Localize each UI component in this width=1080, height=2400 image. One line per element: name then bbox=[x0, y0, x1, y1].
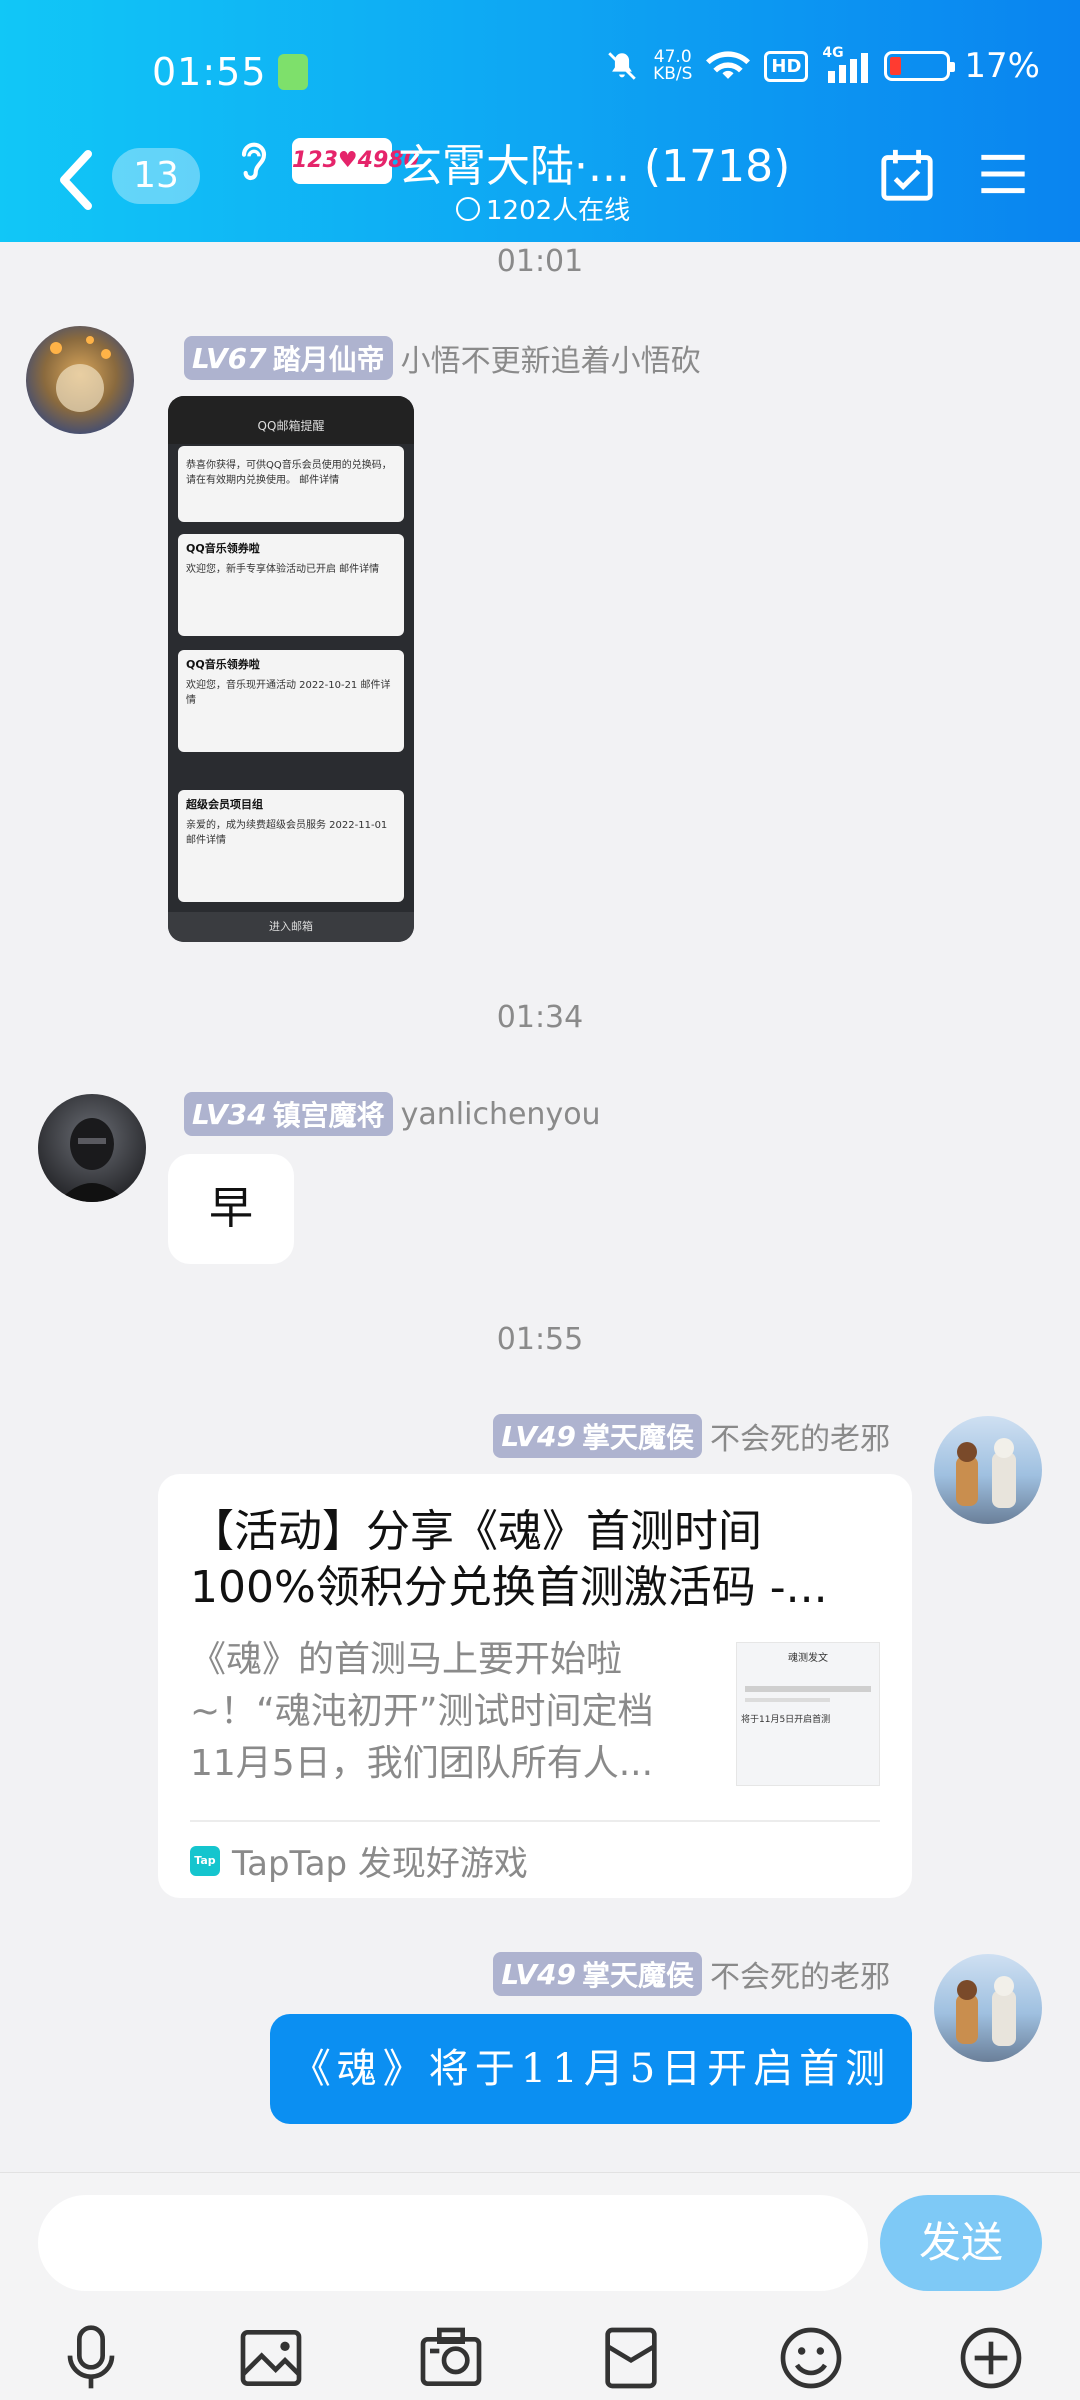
image-message[interactable]: QQ邮箱提醒 恭喜你获得，可供QQ音乐会员使用的兑换码，请在有效期内兑换使用。 … bbox=[168, 396, 414, 942]
cell-signal-icon: 4G bbox=[822, 45, 870, 83]
status-bar: 01:55 47.0 KB/S HD 4G 17% bbox=[0, 40, 1080, 100]
text-message[interactable]: 早 bbox=[168, 1154, 294, 1264]
emoji-icon[interactable] bbox=[776, 2323, 846, 2393]
avatar-image bbox=[956, 1976, 1016, 2046]
battery-icon bbox=[884, 51, 956, 81]
level-badge: LV49 掌天魔侯 bbox=[493, 1952, 702, 1996]
link-card-source-text: TapTap 发现好游戏 bbox=[232, 1844, 528, 1884]
unread-count-badge[interactable]: 13 bbox=[112, 148, 200, 204]
group-title[interactable]: 玄霄大陆·... (1718) bbox=[398, 130, 790, 194]
calendar-check-icon[interactable] bbox=[878, 146, 936, 204]
sender-name[interactable]: 不会死的老邪 bbox=[710, 1952, 890, 1996]
avatar[interactable] bbox=[934, 1954, 1042, 2062]
timestamp: 01:01 bbox=[496, 244, 584, 279]
online-count: 1202人在线 bbox=[456, 190, 630, 227]
level-value: LV49 bbox=[501, 1957, 576, 1991]
input-area: 发送 bbox=[0, 2172, 1080, 2400]
sender-line: LV49 掌天魔侯 不会死的老邪 bbox=[493, 1414, 890, 1458]
timestamp: 01:55 bbox=[496, 1322, 584, 1357]
mute-icon bbox=[608, 52, 636, 80]
status-time: 01:55 bbox=[152, 50, 267, 94]
link-card-source: Tap TapTap 发现好游戏 bbox=[190, 1836, 528, 1885]
image-footer: 进入邮箱 bbox=[168, 912, 414, 942]
charging-icon bbox=[278, 54, 308, 90]
sender-line: LV49 掌天魔侯 不会死的老邪 bbox=[493, 1952, 890, 1996]
level-title: 掌天魔侯 bbox=[581, 1421, 694, 1454]
check-circle-icon bbox=[456, 196, 480, 221]
link-card-title: 【活动】分享《魂》首测时间100%领积分兑换首测激活码 -... bbox=[190, 1506, 828, 1613]
avatar[interactable] bbox=[38, 1094, 146, 1202]
text-message[interactable]: 《魂》将于11月5日开启首测 bbox=[270, 2014, 912, 2124]
menu-icon[interactable] bbox=[978, 152, 1028, 196]
link-card-divider bbox=[190, 1820, 880, 1822]
image-card: QQ音乐领券啦 欢迎您，音乐现开通活动 2022-10-21 邮件详情 bbox=[178, 650, 404, 752]
avatar-image bbox=[50, 336, 111, 412]
net-speed: 47.0 KB/S bbox=[653, 49, 692, 83]
level-value: LV34 bbox=[192, 1097, 267, 1131]
level-title: 踏月仙帝 bbox=[272, 343, 385, 376]
sender-name[interactable]: 小悟不更新追着小悟砍 bbox=[401, 336, 701, 380]
chat-nav: 13 123♥4980 玄霄大陆·... (1718) 1202人在线 bbox=[0, 130, 1080, 240]
plus-icon[interactable] bbox=[956, 2323, 1026, 2393]
thumbnail-title: 魂测发文 bbox=[788, 1653, 828, 1664]
net-speed-unit: KB/S bbox=[653, 64, 693, 84]
taptap-icon: Tap bbox=[190, 1845, 220, 1876]
avatar[interactable] bbox=[26, 326, 134, 434]
back-arrow-icon[interactable] bbox=[56, 150, 96, 210]
thumbnail-text: 将于11月5日开启首测 bbox=[741, 1715, 831, 1725]
level-value: LV49 bbox=[501, 1419, 576, 1453]
level-badge: LV67 踏月仙帝 bbox=[184, 336, 393, 380]
status-icons: 47.0 KB/S HD 4G 17% bbox=[605, 45, 1040, 86]
sender-line: LV34 镇宫魔将 yanlichenyou bbox=[184, 1092, 601, 1136]
sender-line: LV67 踏月仙帝 小悟不更新追着小悟砍 bbox=[184, 336, 701, 380]
hd-icon: HD bbox=[764, 50, 809, 82]
avatar-image bbox=[956, 1438, 1016, 1508]
level-title: 掌天魔侯 bbox=[581, 1959, 694, 1992]
input-toolbar bbox=[0, 2323, 1080, 2393]
sender-name[interactable]: yanlichenyou bbox=[401, 1097, 601, 1132]
send-button[interactable]: 发送 bbox=[880, 2195, 1042, 2291]
camera-icon[interactable] bbox=[416, 2323, 486, 2393]
battery-percent: 17% bbox=[964, 46, 1040, 86]
wifi-icon bbox=[706, 51, 751, 79]
image-card: 超级会员项目组 亲爱的，成为续费超级会员服务 2022-11-01 邮件详情 bbox=[178, 790, 404, 902]
image-top-bar: QQ邮箱提醒 bbox=[168, 396, 414, 444]
microphone-icon[interactable] bbox=[56, 2323, 126, 2393]
online-count-text: 1202人在线 bbox=[486, 196, 631, 226]
link-card-message[interactable]: 【活动】分享《魂》首测时间100%领积分兑换首测激活码 -... 《魂》的首测马… bbox=[158, 1474, 912, 1898]
level-title: 镇宫魔将 bbox=[272, 1099, 385, 1132]
message-input[interactable] bbox=[38, 2195, 868, 2291]
avatar-image bbox=[58, 1118, 126, 1202]
image-card: 恭喜你获得，可供QQ音乐会员使用的兑换码，请在有效期内兑换使用。 邮件详情 bbox=[178, 446, 404, 522]
cell-type: 4G bbox=[822, 45, 844, 61]
image-icon[interactable] bbox=[236, 2323, 306, 2393]
red-packet-icon[interactable] bbox=[596, 2323, 666, 2393]
link-card-description: 《魂》的首测马上要开始啦~！“魂沌初开”测试时间定档11月5日，我们团队所有人.… bbox=[190, 1639, 654, 1784]
group-logo: 123♥4980 bbox=[292, 138, 419, 184]
ear-icon[interactable] bbox=[236, 138, 272, 188]
link-card-thumbnail: 魂测发文 将于11月5日开启首测 bbox=[736, 1642, 880, 1786]
level-badge: LV34 镇宫魔将 bbox=[184, 1092, 393, 1136]
level-badge: LV49 掌天魔侯 bbox=[493, 1414, 702, 1458]
timestamp: 01:34 bbox=[496, 1000, 584, 1035]
header-bar: 01:55 47.0 KB/S HD 4G 17% 13 123♥4980 玄霄… bbox=[0, 0, 1080, 242]
sender-name[interactable]: 不会死的老邪 bbox=[710, 1414, 890, 1458]
image-card: QQ音乐领券啦 欢迎您，新手专享体验活动已开启 邮件详情 bbox=[178, 534, 404, 636]
level-value: LV67 bbox=[192, 341, 267, 375]
avatar[interactable] bbox=[934, 1416, 1042, 1524]
